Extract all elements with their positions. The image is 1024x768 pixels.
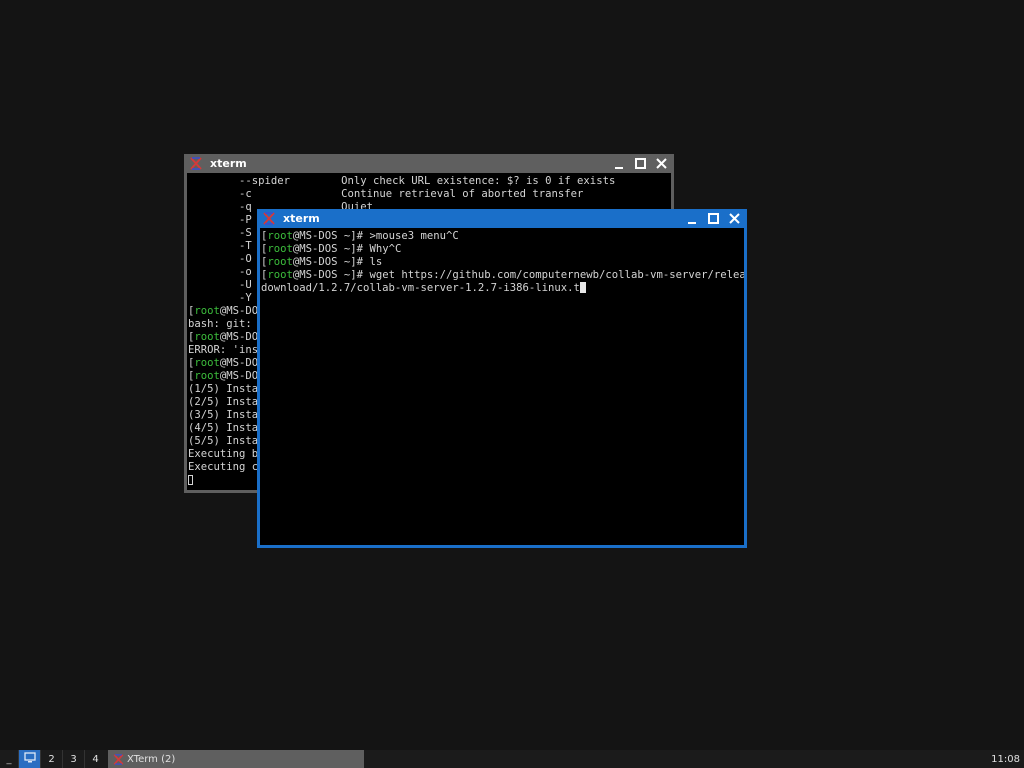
- terminal-line: [root@MS-DOS ~]# ls: [261, 256, 383, 268]
- terminal-line: (4/5) Insta: [188, 422, 259, 434]
- terminal-cursor: [188, 475, 193, 485]
- maximize-icon[interactable]: [705, 211, 721, 227]
- terminal-cursor: [579, 282, 586, 293]
- desktop: xterm --spider Only check URL existence:…: [0, 0, 1024, 750]
- terminal-line: -U: [188, 279, 252, 291]
- xterm-icon: [112, 753, 124, 765]
- workspace-4-button[interactable]: 4: [84, 750, 106, 768]
- terminal-line: -O: [188, 253, 252, 265]
- terminal-line: -S: [188, 227, 252, 239]
- workspace-2-button[interactable]: 2: [40, 750, 62, 768]
- terminal-line: [root@MS-DOS ~]# Why^C: [261, 243, 402, 255]
- terminal-line: [root@MS-DOS: [188, 370, 265, 382]
- xterm-icon: [189, 157, 203, 171]
- terminal-line: -c Continue retrieval of aborted transfe…: [188, 188, 584, 200]
- minimize-icon[interactable]: [684, 211, 700, 227]
- taskbar-task-xterm[interactable]: XTerm (2): [108, 750, 364, 768]
- terminal-line: ERROR: 'ins: [188, 344, 259, 356]
- terminal-line: (1/5) Insta: [188, 383, 259, 395]
- task-label: XTerm (2): [127, 753, 176, 765]
- terminal-line: [root@MS-DOS: [188, 305, 265, 317]
- window-titlebar[interactable]: xterm: [257, 209, 747, 228]
- terminal-line: Executing bu: [188, 448, 265, 460]
- close-icon[interactable]: [653, 156, 669, 172]
- window-title: xterm: [283, 212, 320, 225]
- window-titlebar[interactable]: xterm: [184, 154, 674, 173]
- terminal-line: -o: [188, 266, 252, 278]
- terminal-line: Executing c: [188, 461, 259, 473]
- xterm-icon: [262, 212, 276, 226]
- terminal-input-area[interactable]: [root@MS-DOS ~]# >mouse3 menu^C [root@MS…: [260, 228, 744, 545]
- terminal-line: -P: [188, 214, 252, 226]
- terminal-line: [root@MS-DOS ~]# wget https://github.com…: [261, 269, 744, 281]
- terminal-text: [root@MS-DOS ~]# >mouse3 menu^C [root@MS…: [260, 228, 744, 297]
- taskbar: _ 2 3 4 XTerm (2) 11:08: [0, 750, 1024, 768]
- terminal-line: [root@MS-DOS: [188, 331, 265, 343]
- terminal-line: (2/5) Insta: [188, 396, 259, 408]
- monitor-icon: [23, 752, 36, 766]
- minimize-icon[interactable]: [611, 156, 627, 172]
- window-title: xterm: [210, 157, 247, 170]
- xterm-window-active[interactable]: xterm [root@MS-DOS ~]# >mouse3 menu^C [r…: [257, 209, 747, 548]
- terminal-line: --spider Only check URL existence: $? is…: [188, 175, 616, 187]
- terminal-line: (3/5) Insta: [188, 409, 259, 421]
- clock: 11:08: [991, 753, 1020, 765]
- terminal-line: download/1.2.7/collab-vm-server-1.2.7-i3…: [261, 282, 586, 294]
- workspace-3-button[interactable]: 3: [62, 750, 84, 768]
- terminal-line: [root@MS-DOS ~]# >mouse3 menu^C: [261, 230, 459, 242]
- terminal-line: bash: git: c: [188, 318, 265, 330]
- terminal-line: -Y: [188, 292, 252, 304]
- terminal-line: -T: [188, 240, 252, 252]
- terminal-line: [root@MS-DOS: [188, 357, 265, 369]
- minimize-all-button[interactable]: _: [0, 750, 18, 768]
- maximize-icon[interactable]: [632, 156, 648, 172]
- workspace-1-button[interactable]: [18, 750, 40, 768]
- terminal-line: (5/5) Insta: [188, 435, 259, 447]
- close-icon[interactable]: [726, 211, 742, 227]
